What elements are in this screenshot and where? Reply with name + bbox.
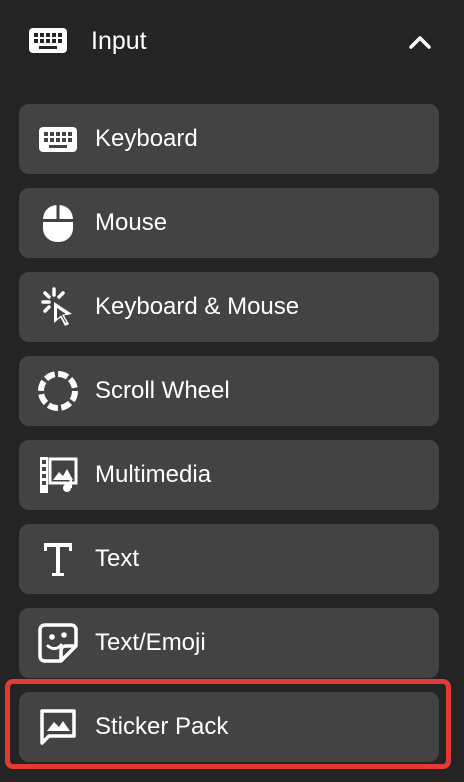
keyboard-icon [28,25,68,57]
text-icon [37,538,79,580]
menu-item-label: Keyboard & Mouse [95,293,300,320]
menu-item-label: Keyboard [95,125,198,152]
menu-item-label: Text/Emoji [95,629,206,656]
mouse-icon [37,202,79,244]
click-cursor-icon [37,286,79,328]
menu-item-label: Sticker Pack [95,713,229,740]
image-message-icon [37,706,79,748]
menu-item-keyboard[interactable]: Keyboard [19,104,439,174]
chevron-up-icon[interactable] [404,26,436,58]
menu-item-label: Scroll Wheel [95,377,230,404]
keyboard-icon [37,118,79,160]
menu-item-sticker-pack[interactable]: Sticker Pack [19,692,439,762]
emoji-icon [37,622,79,664]
section-title: Input [91,27,147,55]
menu-item-multimedia[interactable]: Multimedia [19,440,439,510]
menu-item-keyboard-and-mouse[interactable]: Keyboard & Mouse [19,272,439,342]
menu-item-scroll-wheel[interactable]: Scroll Wheel [19,356,439,426]
menu-item-text[interactable]: Text [19,524,439,594]
menu-item-label: Mouse [95,209,168,236]
input-panel: Input Keyboard Mouse Keyboard & Mouse Sc… [0,0,464,782]
menu-item-label: Multimedia [95,461,212,488]
menu-item-label: Text [95,545,140,572]
multimedia-icon [37,454,79,496]
menu-item-mouse[interactable]: Mouse [19,188,439,258]
input-section-header[interactable]: Input [0,0,464,84]
scroll-wheel-icon [37,370,79,412]
menu-item-text-emoji[interactable]: Text/Emoji [19,608,439,678]
